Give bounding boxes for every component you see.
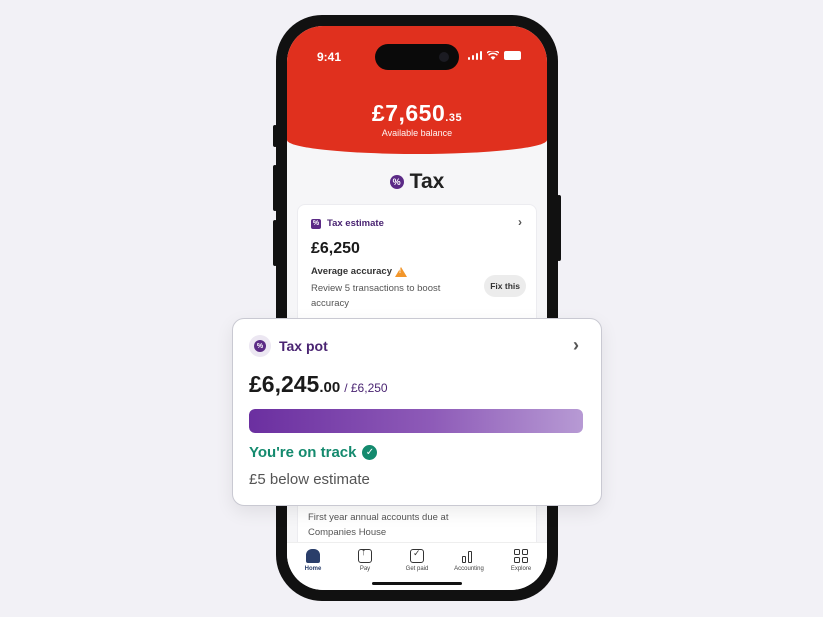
on-track-text: You're on track [249,444,357,461]
available-balance: £7,650.35 [287,100,547,127]
get-paid-icon [410,548,424,563]
warning-icon: ! [394,266,407,277]
tax-estimate-label: Tax estimate [327,218,384,229]
battery-icon [504,51,521,60]
tax-pot-amount-pence: .00 [319,379,341,396]
tax-pot-amount: £6,245.00/ £6,250 [249,371,388,398]
page-title: % Tax [287,170,547,194]
percent-icon: % [389,175,404,189]
tab-label: Get paid [405,566,429,572]
tax-pot-header: % Tax pot [249,335,328,357]
tab-label: Pay [359,566,371,572]
phone-power-button [557,195,561,261]
tax-pot-card[interactable]: % Tax pot › £6,245.00/ £6,250 You're on … [232,318,602,506]
below-estimate-text: £5 below estimate [249,471,370,488]
tax-pot-amount-main: £6,245 [249,371,320,397]
tab-bar: Home Pay Get paid Accounting Explore [287,542,547,590]
page-title-text: Tax [409,170,445,193]
tab-label: Explore [510,566,532,572]
phone-action-button [273,125,277,147]
phone-volume-down [273,220,277,266]
tax-estimate-card[interactable]: % Tax estimate › £6,250 Average accuracy… [297,204,537,332]
status-time: 9:41 [317,50,342,64]
phone-frame: 9:41 £7,650.35 Available balance % Tax %… [273,15,561,601]
explore-icon [514,549,528,563]
chevron-right-icon[interactable]: › [518,215,522,229]
accuracy-row: Average accuracy ! [311,266,407,277]
home-icon [306,549,320,563]
balance-pence: .35 [445,112,463,124]
fix-this-button[interactable]: Fix this [484,275,526,297]
accounts-due-text: First year annual accounts due at Compan… [308,512,449,538]
tab-label: Home [304,566,322,572]
tax-estimate-icon: % [311,218,321,229]
home-indicator [372,582,462,585]
chevron-right-icon[interactable]: › [573,335,579,356]
accuracy-label: Average accuracy [311,266,392,277]
balance-label: Available balance [381,128,453,138]
tax-estimate-amount: £6,250 [311,240,360,257]
tab-home[interactable]: Home [288,549,338,590]
tax-pot-progress-bar [249,409,583,433]
check-circle-icon: ✓ [362,445,378,460]
tab-explore[interactable]: Explore [496,549,546,590]
pay-icon [358,547,372,563]
phone-volume-up [273,165,277,211]
tab-label: Accounting [454,566,484,572]
tax-pot-target: / £6,250 [344,381,388,395]
wifi-icon [487,51,499,60]
status-icons [467,51,521,60]
dynamic-island [375,44,459,70]
signal-icon [467,51,482,60]
balance-header: 9:41 £7,650.35 Available balance [287,26,547,154]
tax-estimate-header: % Tax estimate [311,218,384,229]
tax-pot-progress-fill [249,409,583,433]
accuracy-description: Review 5 transactions to boost accuracy [311,283,441,309]
tax-pot-label: Tax pot [279,338,328,354]
balance-amount: £7,650 [371,100,446,126]
tax-pot-icon: % [249,335,271,357]
on-track-status: You're on track ✓ [249,444,378,461]
accounting-icon [462,549,476,563]
